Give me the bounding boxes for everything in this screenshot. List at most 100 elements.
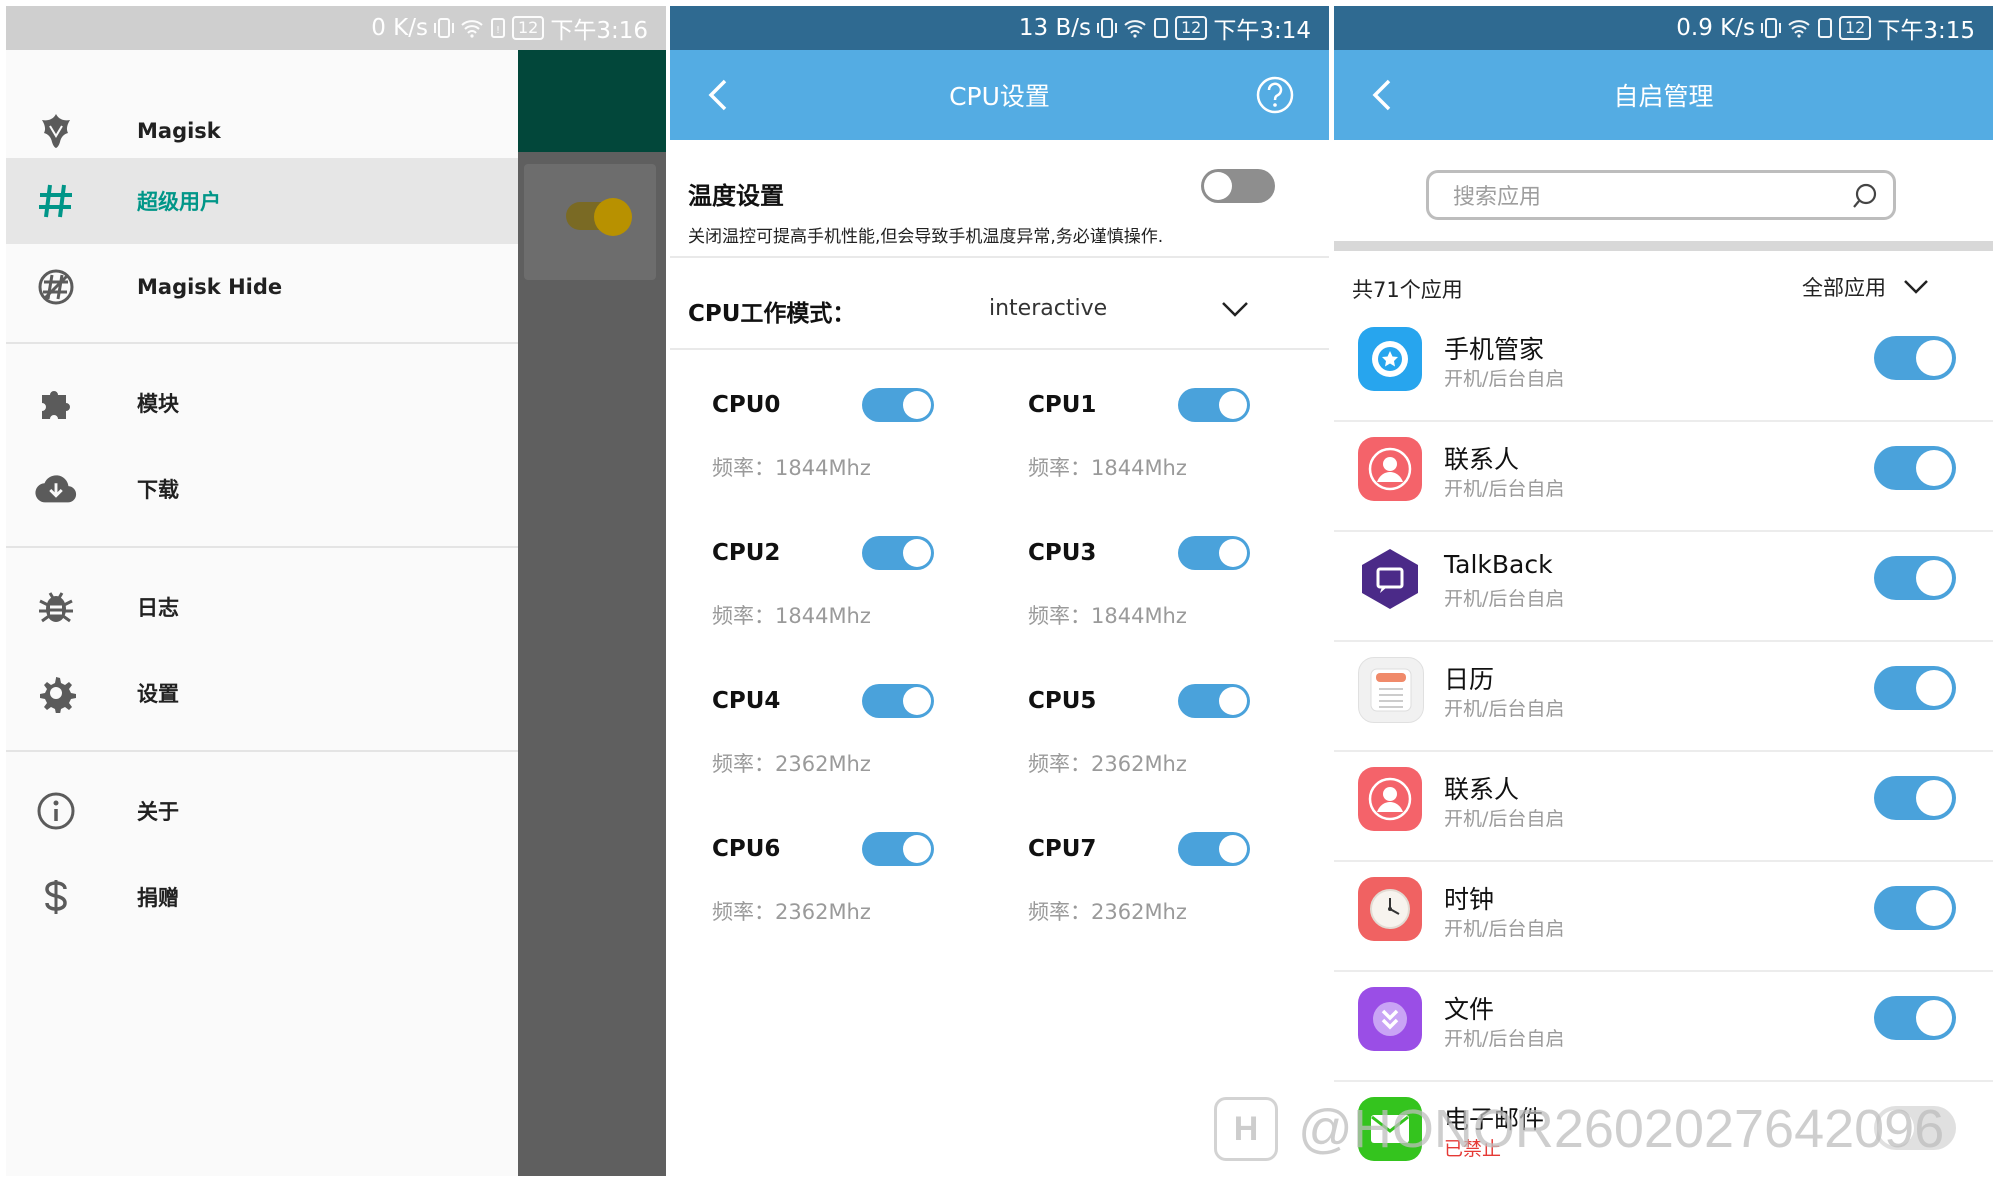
autostart-toggle[interactable] bbox=[1874, 336, 1956, 380]
cpu-settings-screen: 13 B/s 12 下午3:14 CPU设置 温度设置 关闭温控可提高手机性能,… bbox=[670, 6, 1329, 1176]
page-title: CPU设置 bbox=[949, 82, 1050, 111]
toggle-thumb bbox=[903, 687, 931, 715]
cpu-toggle[interactable] bbox=[1178, 536, 1250, 570]
cpu-name: CPU1 bbox=[1028, 392, 1097, 418]
cpu-name: CPU3 bbox=[1028, 540, 1097, 566]
hash-icon bbox=[34, 179, 78, 223]
calendar-icon bbox=[1358, 657, 1424, 723]
app-filter-dropdown[interactable]: 全部应用 bbox=[1802, 272, 1930, 302]
page-title: 自启管理 bbox=[1613, 82, 1714, 111]
app-status: 开机/后台自启 bbox=[1444, 1028, 1565, 1050]
autostart-toggle[interactable] bbox=[1874, 666, 1956, 710]
dollar-icon bbox=[34, 875, 78, 919]
magisk-logo-icon bbox=[34, 109, 78, 153]
cpu-toggle[interactable] bbox=[862, 684, 934, 718]
nav-item-about[interactable]: 关于 bbox=[6, 768, 518, 854]
app-row: 时钟 开机/后台自启 bbox=[1334, 862, 1993, 972]
cpu-toggle[interactable] bbox=[1178, 388, 1250, 422]
cpu-frequency: 频率：2362Mhz bbox=[1028, 900, 1187, 924]
toggle-thumb bbox=[1916, 890, 1952, 926]
nav-item-magisk-hide[interactable]: Magisk Hide bbox=[6, 244, 518, 330]
autostart-toggle[interactable] bbox=[1874, 1106, 1956, 1150]
app-name: 联系人 bbox=[1444, 775, 1520, 804]
search-box bbox=[1426, 170, 1896, 220]
cpu-item-3: CPU3 频率：1844Mhz bbox=[1028, 536, 1328, 650]
autostart-toggle[interactable] bbox=[1874, 446, 1956, 490]
email-icon bbox=[1358, 1097, 1422, 1161]
cpu-item-0: CPU0 频率：1844Mhz bbox=[712, 388, 1012, 502]
nav-item-download[interactable]: 下载 bbox=[6, 446, 518, 532]
app-status: 已禁止 bbox=[1444, 1138, 1502, 1160]
nav-item-settings[interactable]: 设置 bbox=[6, 650, 518, 736]
toggle-thumb bbox=[1219, 539, 1247, 567]
cpu-frequency: 频率：1844Mhz bbox=[1028, 456, 1187, 480]
cpu-frequency: 频率：1844Mhz bbox=[712, 604, 871, 628]
search-input[interactable] bbox=[1451, 179, 1835, 215]
cpu-frequency: 频率：2362Mhz bbox=[712, 752, 871, 776]
chevron-left-icon bbox=[708, 79, 727, 111]
cpu-toggle[interactable] bbox=[862, 832, 934, 866]
nav-label: 捐赠 bbox=[137, 886, 179, 910]
nav-item-donate[interactable]: 捐赠 bbox=[6, 854, 518, 940]
cpu-item-5: CPU5 频率：2362Mhz bbox=[1028, 684, 1328, 798]
back-button[interactable] bbox=[700, 77, 736, 113]
divider bbox=[6, 342, 518, 344]
nav-label: 模块 bbox=[137, 392, 179, 416]
cpu-item-2: CPU2 频率：1844Mhz bbox=[712, 536, 1012, 650]
chevron-down-icon[interactable] bbox=[1220, 297, 1250, 321]
divider bbox=[6, 750, 518, 752]
cpu-toggle[interactable] bbox=[1178, 832, 1250, 866]
cpu-toggle[interactable] bbox=[862, 536, 934, 570]
cpu-toggle[interactable] bbox=[1178, 684, 1250, 718]
status-bar: 0.9 K/s 12 下午3:15 bbox=[1334, 6, 1993, 50]
cpu-toggle[interactable] bbox=[862, 388, 934, 422]
cpu-item-4: CPU4 频率：2362Mhz bbox=[712, 684, 1012, 798]
app-status: 开机/后台自启 bbox=[1444, 698, 1565, 720]
toggle-thumb bbox=[1916, 450, 1952, 486]
status-icons: 12 bbox=[1760, 16, 1872, 40]
autostart-toggle[interactable] bbox=[1874, 886, 1956, 930]
wifi-icon bbox=[461, 20, 483, 38]
toggle-thumb bbox=[1916, 560, 1952, 596]
sim-icon bbox=[1817, 18, 1832, 38]
toggle-thumb bbox=[903, 835, 931, 863]
bug-icon bbox=[34, 585, 78, 629]
battery-icon: 12 bbox=[1174, 16, 1208, 40]
toggle-thumb bbox=[1916, 1000, 1952, 1036]
nav-label: 日志 bbox=[137, 596, 179, 620]
nav-label: 设置 bbox=[137, 682, 179, 706]
cpu-item-1: CPU1 频率：1844Mhz bbox=[1028, 388, 1328, 502]
toggle-thumb bbox=[1219, 391, 1247, 419]
magisk-hide-icon bbox=[34, 265, 78, 309]
background-toggle-thumb bbox=[594, 198, 632, 236]
puzzle-icon bbox=[34, 381, 78, 425]
app-name: 电子邮件 bbox=[1444, 1105, 1545, 1134]
nav-item-superuser[interactable]: 超级用户 bbox=[6, 158, 518, 244]
cpu-mode-label: CPU工作模式： bbox=[688, 301, 856, 327]
filter-label: 全部应用 bbox=[1802, 276, 1886, 300]
autostart-toggle[interactable] bbox=[1874, 776, 1956, 820]
vibrate-icon bbox=[433, 18, 454, 38]
toggle-thumb bbox=[1878, 1110, 1914, 1146]
toggle-thumb bbox=[903, 539, 931, 567]
autostart-toggle[interactable] bbox=[1874, 996, 1956, 1040]
nav-label: 下载 bbox=[137, 478, 179, 502]
app-name: 联系人 bbox=[1444, 445, 1520, 474]
autostart-toggle[interactable] bbox=[1874, 556, 1956, 600]
cpu-name: CPU7 bbox=[1028, 836, 1097, 862]
temperature-title: 温度设置 bbox=[688, 182, 784, 210]
search-icon[interactable] bbox=[1851, 182, 1879, 210]
battery-icon: 12 bbox=[1838, 16, 1872, 40]
temperature-toggle[interactable] bbox=[1201, 169, 1275, 203]
back-button[interactable] bbox=[1364, 77, 1400, 113]
title-bar: 自启管理 bbox=[1334, 50, 1993, 140]
nav-item-modules[interactable]: 模块 bbox=[6, 360, 518, 446]
cpu-mode-select[interactable]: interactive bbox=[989, 296, 1107, 321]
sim-icon: ! bbox=[490, 18, 505, 38]
nav-label: Magisk bbox=[137, 119, 221, 143]
chevron-left-icon bbox=[1372, 79, 1391, 111]
nav-item-log[interactable]: 日志 bbox=[6, 564, 518, 650]
magisk-screen: 0 K/s ! 12 下午3:16 Magisk 超级用户 Magisk Hid… bbox=[6, 6, 666, 1176]
help-button[interactable] bbox=[1255, 75, 1295, 115]
nav-label: 超级用户 bbox=[137, 190, 221, 214]
